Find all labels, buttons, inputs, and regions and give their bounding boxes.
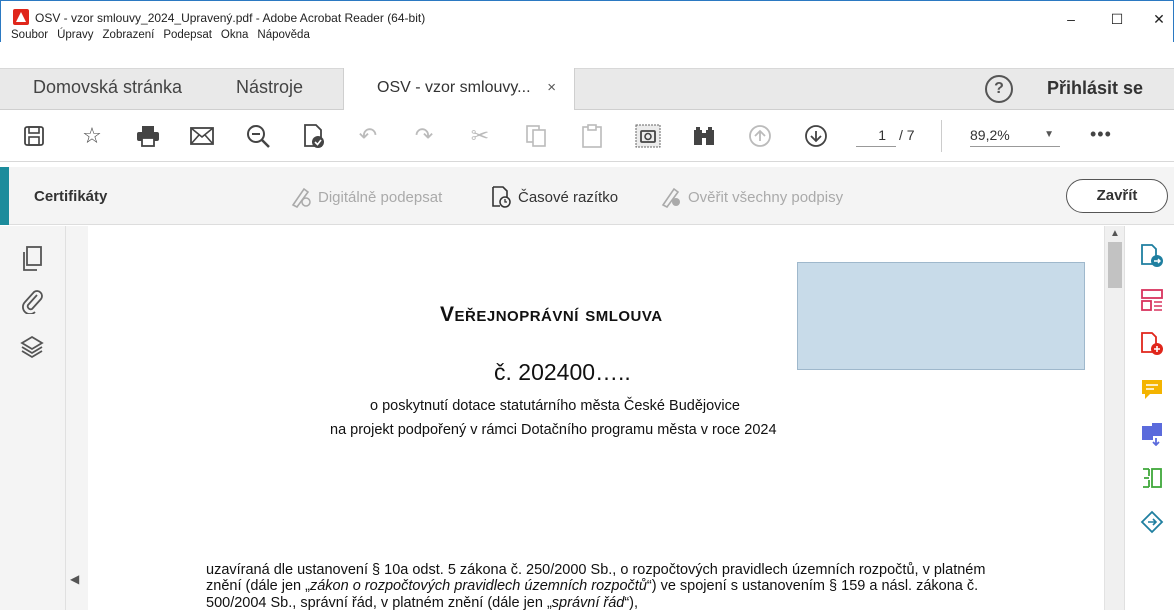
tab-bar: Domovská stránka Nástroje OSV - vzor sml…: [0, 68, 1174, 111]
window-titlebar: OSV - vzor smlouvy_2024_Upravený.pdf - A…: [0, 0, 1174, 42]
layers-icon[interactable]: [20, 334, 46, 360]
collapse-left-panel-icon[interactable]: ◀: [70, 572, 79, 586]
comment-icon[interactable]: [1140, 378, 1164, 402]
timestamp-label: Časové razítko: [518, 188, 619, 206]
find-binoculars-icon[interactable]: [690, 122, 718, 150]
help-icon[interactable]: ?: [985, 75, 1013, 103]
digital-sign-label: Digitálně podepsat: [318, 188, 443, 206]
edit-sign-icon[interactable]: [300, 122, 328, 150]
pen-sign-icon: [291, 187, 311, 208]
redo-icon[interactable]: ↷: [410, 122, 438, 150]
left-icon-strip: [0, 226, 66, 610]
form-field-area[interactable]: [797, 262, 1085, 370]
combine-files-icon[interactable]: [1140, 422, 1164, 447]
scroll-up-icon[interactable]: ▲: [1110, 228, 1120, 239]
undo-icon[interactable]: ↶: [354, 122, 382, 150]
zoom-select[interactable]: 89,2% ▼: [970, 123, 1060, 147]
menu-bar: Soubor Úpravy Zobrazení Podepsat Okna Ná…: [11, 29, 310, 41]
copy-icon[interactable]: [522, 122, 550, 150]
tab-home[interactable]: Domovská stránka: [33, 77, 182, 98]
menu-sign[interactable]: Podepsat: [163, 29, 212, 41]
timestamp-icon: [492, 186, 511, 208]
page-down-icon[interactable]: [802, 122, 830, 150]
digital-sign-button[interactable]: Digitálně podepsat: [290, 186, 442, 208]
paragraph-law-term: zákon o rozpočtových pravidlech územních…: [309, 578, 647, 595]
cut-icon[interactable]: ✂: [466, 122, 494, 150]
document-subtitle-1: o poskytnutí dotace statutárního města Č…: [370, 398, 740, 414]
tab-document-label: OSV - vzor smlouvy...: [377, 79, 531, 96]
contract-number: č. 202400…..: [494, 359, 631, 385]
validate-all-button[interactable]: Ověřit všechny podpisy: [660, 186, 843, 208]
tab-close-icon[interactable]: ×: [547, 79, 556, 96]
main-toolbar: ☆ ↶ ↷ ✂ 1 / 7 89,2% ▼ •••: [0, 110, 1174, 162]
zoom-search-icon[interactable]: [244, 122, 272, 150]
paste-icon[interactable]: [578, 122, 606, 150]
minimize-button[interactable]: –: [1051, 5, 1091, 33]
document-heading: Veřejnoprávní smlouva: [440, 303, 663, 326]
document-subtitle-2: na projekt podpořený v rámci Dotačního p…: [330, 422, 777, 438]
page-total: / 7: [899, 127, 915, 143]
menu-help[interactable]: Nápověda: [257, 29, 309, 41]
vertical-scrollbar[interactable]: ▲: [1104, 226, 1124, 610]
email-icon[interactable]: [188, 122, 216, 150]
scroll-thumb[interactable]: [1108, 242, 1122, 288]
menu-edit[interactable]: Úpravy: [57, 29, 93, 41]
paragraph-admin-code-term: správní řád: [551, 594, 625, 610]
attachments-icon[interactable]: [20, 288, 46, 315]
bookmark-star-icon[interactable]: ☆: [78, 122, 106, 150]
chevron-down-icon: ▼: [1044, 129, 1054, 140]
menu-file[interactable]: Soubor: [11, 29, 48, 41]
timestamp-button[interactable]: Časové razítko: [490, 186, 618, 208]
organize-pages-icon[interactable]: [1140, 288, 1164, 312]
tab-tools[interactable]: Nástroje: [236, 77, 303, 98]
print-icon[interactable]: [134, 122, 162, 150]
page-number-input[interactable]: 1: [856, 123, 896, 147]
compress-pdf-icon[interactable]: [1140, 466, 1164, 490]
document-view: Veřejnoprávní smlouva č. 202400….. o pos…: [88, 226, 1104, 610]
left-navigation-panel: ◀: [0, 226, 88, 610]
document-intro-paragraph: uzavíraná dle ustanovení § 10a odst. 5 z…: [206, 562, 1006, 610]
create-pdf-icon[interactable]: [1140, 332, 1164, 356]
page-thumbnails-icon[interactable]: [20, 246, 46, 272]
more-tools-button[interactable]: •••: [1090, 124, 1112, 145]
right-tools-panel: [1124, 226, 1174, 610]
share-file-icon[interactable]: [1140, 510, 1164, 534]
sign-in-button[interactable]: Přihlásit se: [1047, 78, 1143, 99]
close-certificates-button[interactable]: Zavřít: [1066, 179, 1168, 213]
maximize-button[interactable]: ☐: [1097, 5, 1137, 33]
snapshot-icon[interactable]: [634, 122, 662, 150]
export-pdf-icon[interactable]: [1140, 244, 1164, 268]
validate-all-label: Ověřit všechny podpisy: [688, 188, 844, 206]
close-window-button[interactable]: ✕: [1139, 5, 1174, 33]
certificates-toolbar: Certifikáty Digitálně podepsat Časové ra…: [0, 167, 1174, 225]
zoom-value: 89,2%: [970, 127, 1010, 143]
window-title: OSV - vzor smlouvy_2024_Upravený.pdf - A…: [35, 11, 426, 25]
save-icon[interactable]: [20, 122, 48, 150]
certificates-title: Certifikáty: [34, 188, 108, 205]
menu-window[interactable]: Okna: [221, 29, 249, 41]
toolbar-divider: [941, 120, 942, 152]
acrobat-app-icon: [13, 9, 29, 25]
menu-view[interactable]: Zobrazení: [103, 29, 155, 41]
paragraph-text-e: “),: [624, 594, 639, 610]
tab-document[interactable]: OSV - vzor smlouvy... ×: [343, 68, 575, 111]
page-up-icon[interactable]: [746, 122, 774, 150]
validate-signature-icon: [661, 187, 680, 208]
certificates-accent: [0, 167, 9, 225]
